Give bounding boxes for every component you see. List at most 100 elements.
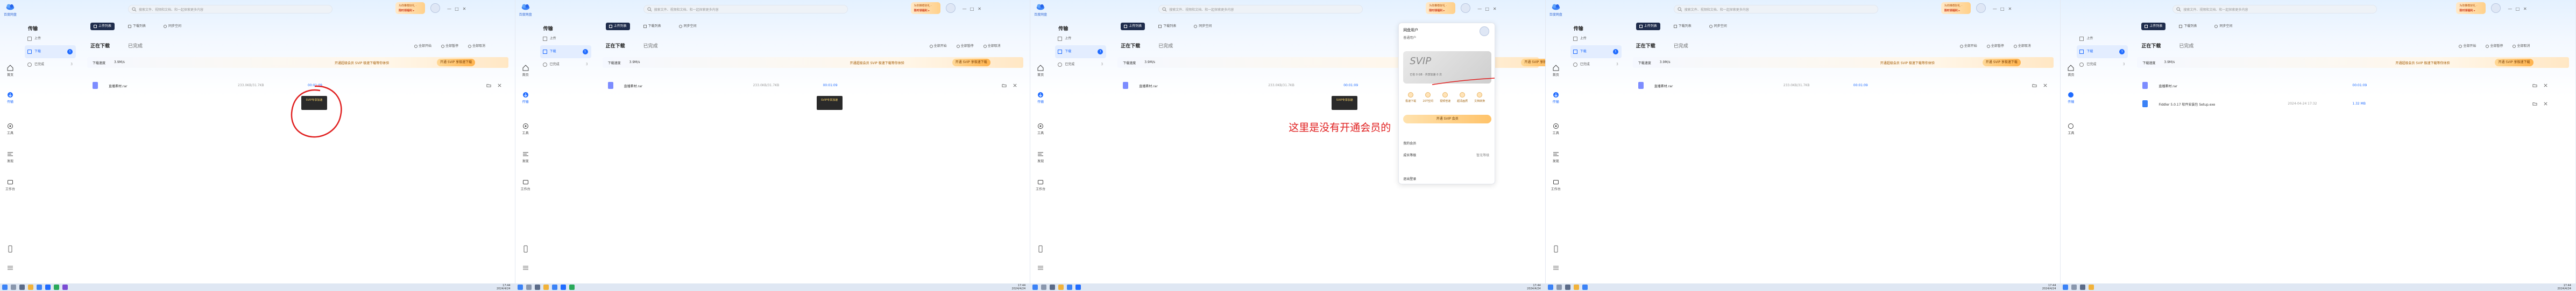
sidebar-item-download[interactable]: 下载 1 — [1055, 45, 1107, 58]
tab-upload[interactable]: 上传列表 — [90, 23, 115, 30]
netdisk-icon[interactable] — [1075, 285, 1081, 290]
rail-storage[interactable]: 工作台 — [3, 179, 18, 191]
subtab-completed[interactable]: 已完成 — [643, 42, 658, 49]
close-button[interactable]: ✕ — [462, 6, 467, 12]
close-icon[interactable] — [2543, 101, 2548, 106]
folder-icon[interactable] — [543, 285, 549, 290]
folder-icon[interactable] — [2532, 83, 2537, 88]
sidebar-item-download[interactable]: 下载 1 — [540, 45, 591, 58]
rail-tools[interactable]: 工具 — [518, 123, 533, 135]
subtab-downloading[interactable]: 正在下载 — [1121, 42, 1140, 49]
minimize-button[interactable]: — — [1477, 6, 1482, 12]
settings-icon[interactable] — [1552, 264, 1560, 272]
rail-discover[interactable]: 发现 — [1033, 151, 1048, 163]
download-row[interactable]: 直播素材.rar 233.0KB/31.7KB 00:01:09 — [1633, 80, 2054, 92]
svip-speedup-button[interactable]: 开通 SVIP 享极速下载 — [1521, 59, 1545, 66]
svip-speedup-button[interactable]: 开通 SVIP 享极速下载 — [437, 59, 476, 66]
maximize-button[interactable]: □ — [1484, 6, 1490, 12]
rail-storage[interactable]: 工作台 — [1033, 179, 1048, 191]
netdisk-icon[interactable] — [560, 285, 566, 290]
completed-row[interactable]: Fiddler 5.0.17 软件安装包 Setup.exe 2024-04-2… — [2137, 98, 2569, 110]
taskview-icon[interactable] — [1565, 285, 1570, 290]
rail-home[interactable]: 首页 — [518, 65, 533, 77]
sidebar-item-upload[interactable]: 上传 — [540, 32, 591, 45]
promo-badge[interactable]: 为你推荐好礼 · 限时领福利 ▸ — [910, 2, 940, 14]
start-all-button[interactable]: 全部开始 — [414, 43, 431, 48]
tab-download[interactable]: 下载列表 — [125, 23, 149, 30]
svip-speedup-button[interactable]: 开通 SVIP 享极速下载 — [1982, 59, 2021, 66]
promo-badge[interactable]: 为你推荐好礼 · 限时领福利 ▸ — [1941, 2, 1971, 14]
tab-download[interactable]: 下载列表 — [2176, 23, 2200, 30]
tab-upload[interactable]: 上传列表 — [1121, 23, 1145, 30]
app-icon[interactable] — [62, 285, 68, 290]
folder-icon[interactable] — [28, 285, 33, 290]
phone-icon[interactable] — [1037, 245, 1044, 253]
sidebar-item-completed[interactable]: 已完成 3 — [25, 58, 76, 71]
tab-sync[interactable]: 同步空间 — [676, 23, 700, 30]
search-box[interactable]: 搜索文件、视频和文档、和一起探索更多内容 — [2172, 5, 2377, 13]
avatar[interactable] — [1461, 3, 1471, 13]
svip-speedup-button[interactable]: 开通 SVIP 享极速下载 — [952, 59, 990, 66]
close-icon[interactable] — [1013, 83, 1017, 88]
cancel-all-button[interactable]: 全部取消 — [468, 43, 485, 48]
rail-home[interactable]: 首页 — [1033, 65, 1048, 77]
start-all-button[interactable]: 全部开始 — [1959, 43, 1977, 48]
sidebar-item-upload[interactable]: 上传 — [1055, 32, 1106, 45]
taskview-icon[interactable] — [534, 285, 540, 290]
rail-discover[interactable]: 发现 — [1548, 151, 1563, 163]
taskview-icon[interactable] — [19, 285, 25, 290]
download-row[interactable]: 直播素材.rar 00:01:09 — [2137, 80, 2569, 92]
rail-storage[interactable]: 工作台 — [1548, 179, 1563, 191]
avatar[interactable] — [2491, 3, 2501, 13]
folder-icon[interactable] — [486, 83, 491, 88]
promo-badge[interactable]: 为你推荐好礼 · 限时领福利 ▸ — [1426, 2, 1456, 14]
perk-item[interactable]: 文档转换 — [1472, 92, 1487, 103]
minimize-button[interactable]: — — [2507, 6, 2513, 12]
perk-item[interactable]: 视频倍速 — [1438, 92, 1453, 103]
maximize-button[interactable]: □ — [969, 6, 975, 12]
rail-transfer[interactable]: 传输 — [518, 92, 533, 104]
browser-icon[interactable] — [551, 285, 557, 290]
subtab-completed[interactable]: 已完成 — [2179, 42, 2193, 49]
subtab-downloading[interactable]: 正在下载 — [2141, 42, 2161, 49]
phone-icon[interactable] — [522, 245, 529, 253]
close-icon[interactable] — [2043, 83, 2048, 88]
pause-all-button[interactable]: 全部暂停 — [956, 43, 974, 48]
tab-sync[interactable]: 同步空间 — [2211, 23, 2235, 30]
cancel-all-button[interactable]: 全部取消 — [2513, 43, 2530, 48]
rail-discover[interactable]: 发现 — [3, 151, 18, 163]
subtab-downloading[interactable]: 正在下载 — [1636, 42, 1655, 49]
start-icon[interactable] — [2063, 285, 2069, 290]
promo-badge[interactable]: 为你推荐好礼 · 限时领福利 ▸ — [395, 2, 425, 14]
phone-icon[interactable] — [6, 245, 14, 253]
folder-icon[interactable] — [2089, 285, 2094, 290]
search-box[interactable]: 搜索文件、视频和文档、和一起探索更多内容 — [1673, 5, 1878, 13]
wechat-icon[interactable] — [54, 285, 59, 290]
rail-discover[interactable]: 发现 — [518, 151, 533, 163]
rail-home[interactable]: 首页 — [2063, 65, 2078, 77]
minimize-button[interactable]: — — [962, 6, 967, 12]
search-icon[interactable] — [11, 285, 16, 290]
cancel-all-button[interactable]: 全部取消 — [983, 43, 1001, 48]
folder-icon[interactable] — [1002, 83, 1007, 88]
sidebar-item-completed[interactable]: 已完成 3 — [1570, 58, 1622, 71]
folder-icon[interactable] — [1058, 285, 1064, 290]
phone-icon[interactable] — [1552, 245, 1560, 253]
maximize-button[interactable]: □ — [2515, 6, 2520, 12]
sidebar-item-upload[interactable]: 上传 — [2077, 32, 2128, 45]
cloud-logo-icon[interactable] — [1036, 2, 1045, 12]
search-box[interactable]: 搜索文件、视频和文档、和一起探索更多内容 — [128, 5, 332, 13]
search-icon[interactable] — [2071, 285, 2077, 290]
subtab-completed[interactable]: 已完成 — [1158, 42, 1173, 49]
settings-icon[interactable] — [6, 264, 14, 272]
avatar[interactable] — [1976, 3, 1986, 13]
rail-transfer[interactable]: 传输 — [1548, 92, 1563, 104]
sidebar-item-download[interactable]: 下载 1 — [25, 45, 76, 58]
rail-tools[interactable]: 工具 — [2063, 123, 2078, 135]
close-button[interactable]: ✕ — [977, 6, 982, 12]
cloud-logo-icon[interactable] — [1551, 2, 1561, 12]
tab-download[interactable]: 下载列表 — [1155, 23, 1179, 30]
maximize-button[interactable]: □ — [454, 6, 459, 12]
tab-upload[interactable]: 上传列表 — [2141, 23, 2166, 30]
subtab-completed[interactable]: 已完成 — [1674, 42, 1688, 49]
